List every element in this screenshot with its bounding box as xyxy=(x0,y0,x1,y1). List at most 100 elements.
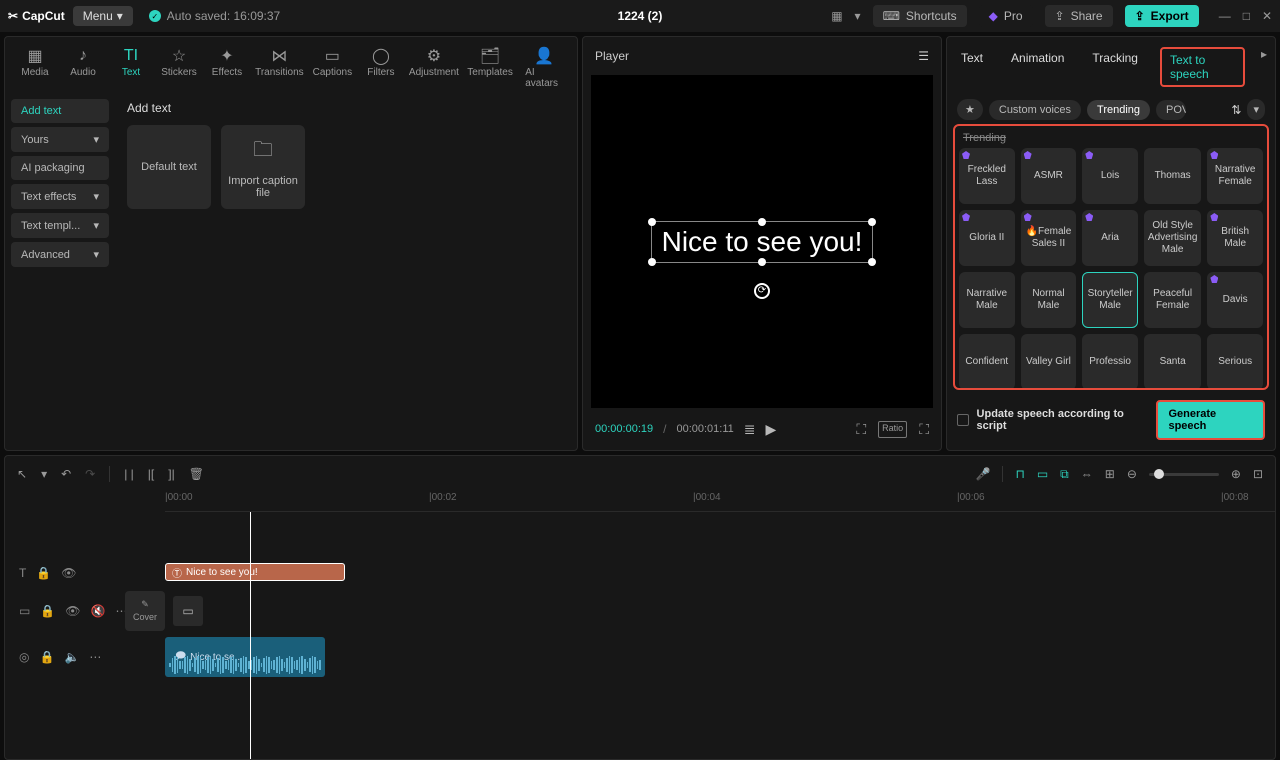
chevron-down-icon[interactable]: ▾ xyxy=(41,467,47,481)
custom-voices-filter[interactable]: Custom voices xyxy=(989,100,1081,120)
voice-thomas[interactable]: Thomas xyxy=(1144,148,1201,204)
voice-professio[interactable]: Professio xyxy=(1082,334,1138,390)
timeline-ruler[interactable]: |00:00|00:02|00:04|00:06|00:08 xyxy=(165,492,1275,512)
voice-storyteller-male[interactable]: Storyteller Male xyxy=(1082,272,1138,328)
text-box[interactable]: Nice to see you! xyxy=(651,221,874,263)
sidebar-item-text-templ-[interactable]: Text templ...▾ xyxy=(11,213,109,238)
voice-valley-girl[interactable]: Valley Girl xyxy=(1021,334,1077,390)
mute-icon[interactable]: 🔇 xyxy=(91,604,106,618)
lock-icon[interactable]: 🔒 xyxy=(39,650,54,664)
zoom-in-icon[interactable]: ⊕ xyxy=(1231,467,1241,481)
lefttab-filters[interactable]: ◯Filters xyxy=(359,43,403,93)
undo-icon[interactable]: ↶ xyxy=(61,467,71,481)
tab-tracking[interactable]: Tracking xyxy=(1086,47,1144,87)
more-icon[interactable]: ⋯ xyxy=(89,650,101,664)
tab-text[interactable]: Text xyxy=(955,47,989,87)
sidebar-item-ai-packaging[interactable]: AI packaging xyxy=(11,156,109,180)
more-filter[interactable]: ▾ xyxy=(1247,99,1265,120)
lefttab-captions[interactable]: ▭Captions xyxy=(310,43,355,93)
export-button[interactable]: ⇪Export xyxy=(1125,5,1199,27)
player-canvas[interactable]: Nice to see you! ⟳ xyxy=(591,75,933,408)
lefttab-templates[interactable]: 🗂Templates xyxy=(465,43,515,93)
voice-davis[interactable]: Davis xyxy=(1207,272,1263,328)
more-icon[interactable]: ▸ xyxy=(1261,47,1267,87)
lock-icon[interactable]: 🔒 xyxy=(36,566,51,580)
align-icon[interactable]: ⇔ xyxy=(1081,467,1093,481)
lefttab-adjustment[interactable]: ⚙Adjustment xyxy=(407,43,461,93)
mic-icon[interactable]: 🎤 xyxy=(976,467,991,481)
play-icon[interactable]: ▶ xyxy=(766,421,777,438)
mute-icon[interactable]: 🔈 xyxy=(64,650,79,664)
rotate-icon[interactable]: ⟳ xyxy=(754,283,770,299)
voice-peaceful-female[interactable]: Peaceful Female xyxy=(1144,272,1201,328)
pov-filter[interactable]: POV xyxy=(1156,100,1186,120)
sidebar-item-advanced[interactable]: Advanced▾ xyxy=(11,242,109,267)
lefttab-media[interactable]: ▦Media xyxy=(13,43,57,93)
preview-icon[interactable]: ▭ xyxy=(1037,467,1048,481)
lock-icon[interactable]: 🔒 xyxy=(40,604,55,618)
shortcuts-button[interactable]: ⌨Shortcuts xyxy=(873,5,967,27)
text-clip[interactable]: Ⓣ Nice to see you! xyxy=(165,563,345,581)
minimize-icon[interactable]: — xyxy=(1219,9,1231,23)
link-icon[interactable]: ⧉ xyxy=(1060,467,1069,482)
voice-santa[interactable]: Santa xyxy=(1144,334,1201,390)
voice-lois[interactable]: Lois xyxy=(1082,148,1138,204)
chevron-down-icon[interactable]: ▾ xyxy=(855,9,861,23)
split-icon[interactable]: | | xyxy=(124,467,134,481)
video-thumb[interactable]: ▭ xyxy=(173,596,203,626)
share-button[interactable]: ⇪Share xyxy=(1045,5,1113,27)
import-caption-card[interactable]: 🗀 Import caption file xyxy=(221,125,305,209)
sidebar-item-text-effects[interactable]: Text effects▾ xyxy=(11,184,109,209)
settings-icon[interactable]: ⊞ xyxy=(1105,467,1115,481)
menu-icon[interactable]: ☰ xyxy=(918,49,929,63)
update-speech-checkbox[interactable] xyxy=(957,414,969,426)
playhead[interactable] xyxy=(250,512,251,759)
delete-icon[interactable]: 🗑 xyxy=(189,467,204,481)
maximize-icon[interactable]: □ xyxy=(1243,9,1250,23)
voice-narrative-male[interactable]: Narrative Male xyxy=(959,272,1015,328)
audio-clip[interactable]: 🗩Nice to se... xyxy=(165,637,325,677)
voice-british-male[interactable]: British Male xyxy=(1207,210,1263,266)
voice-aria[interactable]: Aria xyxy=(1082,210,1138,266)
voice-serious[interactable]: Serious xyxy=(1207,334,1263,390)
sort-icon[interactable]: ⇅ xyxy=(1231,103,1241,117)
generate-speech-button[interactable]: Generate speech xyxy=(1156,400,1265,440)
favorite-filter[interactable]: ★ xyxy=(957,99,983,120)
split-left-icon[interactable]: |[ xyxy=(148,467,154,481)
lefttab-text[interactable]: TIText xyxy=(109,43,153,93)
default-text-card[interactable]: Default text xyxy=(127,125,211,209)
voice-confident[interactable]: Confident xyxy=(959,334,1015,390)
list-icon[interactable]: ≣ xyxy=(744,421,756,438)
cover-button[interactable]: ✎ Cover xyxy=(125,591,165,631)
magnet-icon[interactable]: ⊓ xyxy=(1015,467,1024,481)
fit-icon[interactable]: ⊡ xyxy=(1253,467,1263,481)
voice-freckled-lass[interactable]: Freckled Lass xyxy=(959,148,1015,204)
voice-narrative-female[interactable]: Narrative Female xyxy=(1207,148,1263,204)
focus-icon[interactable]: ⛶ xyxy=(856,421,866,438)
close-icon[interactable]: ✕ xyxy=(1262,9,1272,23)
lefttab-ai-avatars[interactable]: 👤AI avatars xyxy=(519,43,569,93)
redo-icon[interactable]: ↷ xyxy=(85,467,95,481)
voice-normal-male[interactable]: Normal Male xyxy=(1021,272,1077,328)
lefttab-audio[interactable]: ♪Audio xyxy=(61,43,105,93)
lefttab-transitions[interactable]: ⋈Transitions xyxy=(253,43,306,93)
sidebar-item-add-text[interactable]: Add text xyxy=(11,99,109,123)
voice-asmr[interactable]: ASMR xyxy=(1021,148,1077,204)
lefttab-effects[interactable]: ✦Effects xyxy=(205,43,249,93)
tab-text-to-speech[interactable]: Text to speech xyxy=(1160,47,1245,87)
voice-old-style-advertising-male[interactable]: Old Style Advertising Male xyxy=(1144,210,1201,266)
trending-filter[interactable]: Trending xyxy=(1087,100,1150,120)
ratio-button[interactable]: Ratio xyxy=(878,421,907,438)
voice-gloria-ii[interactable]: Gloria II xyxy=(959,210,1015,266)
zoom-out-icon[interactable]: ⊖ xyxy=(1127,467,1137,481)
voice--female-sales-ii[interactable]: 🔥Female Sales II xyxy=(1021,210,1077,266)
sidebar-item-yours[interactable]: Yours▾ xyxy=(11,127,109,152)
pro-button[interactable]: ◆Pro xyxy=(979,5,1033,27)
fullscreen-icon[interactable]: ⛶ xyxy=(919,421,929,438)
eye-icon[interactable]: 👁 xyxy=(61,566,76,580)
lefttab-stickers[interactable]: ☆Stickers xyxy=(157,43,201,93)
cursor-icon[interactable]: ↖ xyxy=(17,467,27,481)
menu-button[interactable]: Menu▾ xyxy=(73,6,133,26)
eye-icon[interactable]: 👁 xyxy=(65,604,80,618)
zoom-slider[interactable] xyxy=(1149,473,1219,476)
